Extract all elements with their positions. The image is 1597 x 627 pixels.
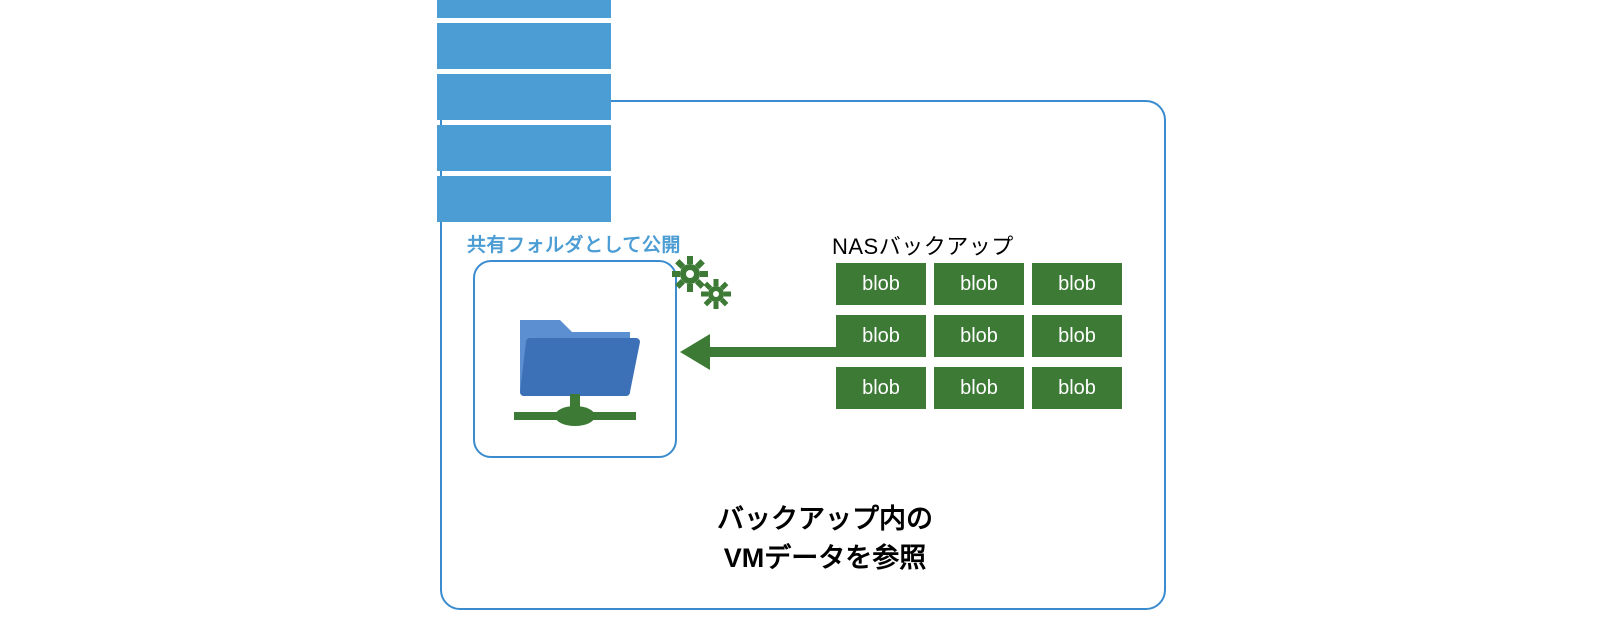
blob-cell: blob xyxy=(934,367,1024,409)
caption-line-2: VMデータを参照 xyxy=(630,539,1020,578)
blob-cell: blob xyxy=(836,367,926,409)
blob-cell: blob xyxy=(934,315,1024,357)
blob-cell: blob xyxy=(1032,315,1122,357)
nas-backup-label: NASバックアップ xyxy=(832,229,1014,261)
blob-cell: blob xyxy=(1032,367,1122,409)
server-stack-icon xyxy=(437,0,611,227)
gears-icon xyxy=(668,254,738,314)
network-folder-icon xyxy=(500,284,650,434)
blob-grid: blob blob blob blob blob blob blob blob … xyxy=(836,263,1122,409)
blob-cell: blob xyxy=(836,263,926,305)
caption-line-1: バックアップ内の xyxy=(630,500,1020,539)
blob-cell: blob xyxy=(836,315,926,357)
diagram-caption: バックアップ内の VMデータを参照 xyxy=(630,500,1020,578)
shared-folder-label: 共有フォルダとして公開 xyxy=(467,230,681,257)
blob-cell: blob xyxy=(934,263,1024,305)
blob-cell: blob xyxy=(1032,263,1122,305)
shared-folder-box xyxy=(473,260,677,458)
arrow-left-icon xyxy=(680,330,842,374)
